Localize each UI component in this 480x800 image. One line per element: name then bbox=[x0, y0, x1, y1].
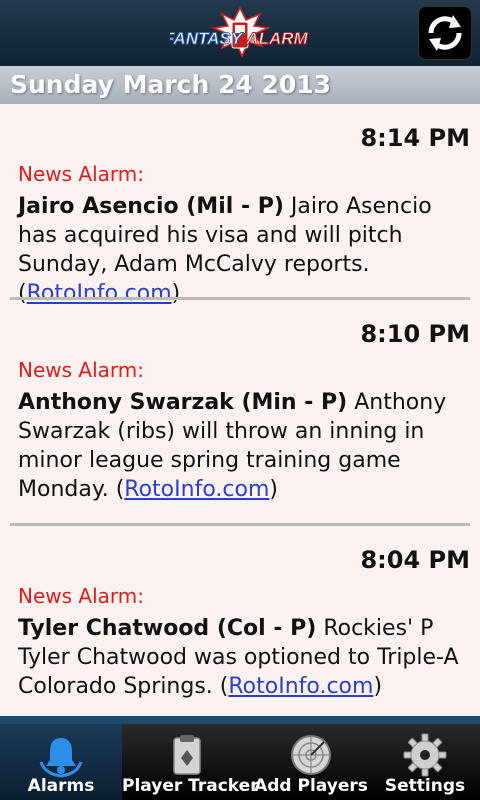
source-link[interactable]: RotoInfo.com bbox=[124, 477, 269, 502]
bell-icon bbox=[39, 738, 83, 778]
svg-text:FANTASY: FANTASY bbox=[170, 29, 244, 48]
feed-bottom-strip bbox=[0, 716, 480, 724]
tab-settings[interactable]: Settings bbox=[370, 724, 480, 800]
news-time: 8:10 PM bbox=[360, 320, 470, 348]
news-body: Tyler Chatwood (Col - P) Rockies' P Tyle… bbox=[18, 614, 468, 701]
date-label: Sunday March 24 2013 bbox=[10, 70, 332, 99]
divider bbox=[10, 297, 470, 300]
news-alarm-label: News Alarm: bbox=[18, 358, 144, 382]
news-text-close: ) bbox=[171, 281, 181, 306]
gear-icon bbox=[403, 733, 447, 777]
tab-alarms[interactable]: Alarms bbox=[0, 724, 122, 800]
player-name: Jairo Asencio (Mil - P) bbox=[18, 194, 284, 219]
news-body: Jairo Asencio (Mil - P) Jairo Asencio ha… bbox=[18, 192, 468, 308]
date-header: Sunday March 24 2013 bbox=[0, 66, 480, 104]
divider bbox=[10, 523, 470, 526]
tab-label: Player Tracker bbox=[122, 776, 259, 796]
tab-player-tracker[interactable]: Player Tracker bbox=[122, 724, 259, 800]
tab-add-players[interactable]: Add Players bbox=[252, 724, 370, 800]
news-time: 8:14 PM bbox=[360, 124, 470, 152]
news-alarm-label: News Alarm: bbox=[18, 162, 144, 186]
player-name: Anthony Swarzak (Min - P) bbox=[18, 390, 348, 415]
source-link[interactable]: RotoInfo.com bbox=[27, 281, 172, 306]
app-header: FANTASY ALARM bbox=[0, 0, 480, 66]
refresh-icon bbox=[428, 15, 462, 51]
news-time: 8:04 PM bbox=[360, 546, 470, 574]
source-link[interactable]: RotoInfo.com bbox=[228, 674, 373, 699]
news-text-close: ) bbox=[269, 477, 278, 502]
news-text-close: ) bbox=[373, 674, 383, 699]
clipboard-icon bbox=[173, 735, 201, 775]
player-name: Tyler Chatwood (Col - P) bbox=[18, 616, 317, 641]
news-body: Anthony Swarzak (Min - P) Anthony Swarza… bbox=[18, 388, 468, 504]
svg-text:ALARM: ALARM bbox=[245, 29, 308, 48]
refresh-button[interactable] bbox=[418, 6, 472, 60]
radar-icon bbox=[291, 735, 331, 775]
tab-label: Add Players bbox=[254, 776, 368, 796]
bottom-tab-bar: Alarms Player Tracker Add Players Settin… bbox=[0, 724, 480, 800]
tab-label: Alarms bbox=[27, 776, 95, 796]
news-feed[interactable]: 8:14 PM News Alarm: Jairo Asencio (Mil -… bbox=[0, 104, 480, 716]
tab-label: Settings bbox=[384, 776, 466, 796]
fantasy-alarm-logo: FANTASY ALARM bbox=[164, 6, 310, 62]
news-alarm-label: News Alarm: bbox=[18, 584, 144, 608]
